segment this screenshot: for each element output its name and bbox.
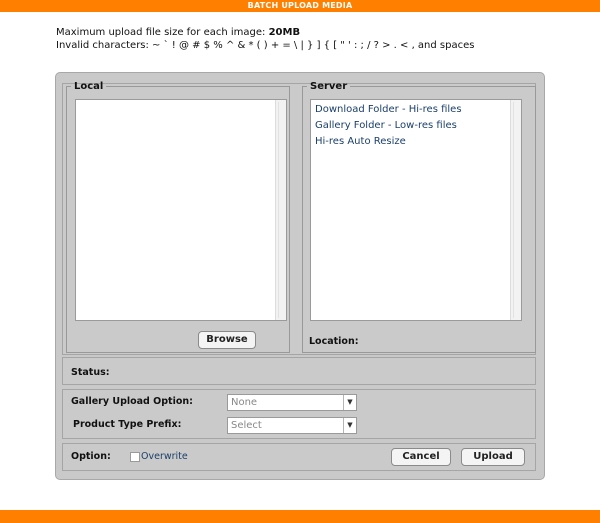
chevron-down-icon[interactable]: ▼ (343, 395, 356, 410)
upload-info: Maximum upload file size for each image:… (56, 26, 474, 52)
product-type-prefix-value: Select (231, 420, 262, 431)
server-item-download-folder[interactable]: Download Folder - Hi-res files (311, 102, 521, 118)
invalid-chars-line: Invalid characters: ~ ` ! @ # $ % ^ & * … (56, 40, 475, 51)
gallery-option-label: Gallery Upload Option: (71, 396, 193, 407)
local-list-scrollbar[interactable] (275, 100, 286, 320)
overwrite-label[interactable]: Overwrite (141, 451, 188, 462)
status-label: Status: (71, 367, 110, 378)
local-file-list[interactable] (75, 99, 287, 321)
server-item-gallery-folder[interactable]: Gallery Folder - Low-res files (311, 118, 521, 134)
server-list-scrollbar[interactable] (510, 100, 521, 320)
product-type-prefix-select[interactable]: Select ▼ (227, 417, 357, 434)
local-legend: Local (74, 81, 104, 92)
option-label: Option: (71, 451, 111, 462)
max-size-line: Maximum upload file size for each image:… (56, 26, 474, 39)
chevron-down-icon[interactable]: ▼ (343, 418, 356, 433)
location-label: Location: (309, 336, 359, 347)
gallery-option-select[interactable]: None ▼ (227, 394, 357, 411)
overwrite-checkbox[interactable] (130, 452, 140, 462)
upload-button[interactable]: Upload (461, 448, 525, 466)
page-title: BATCH UPLOAD MEDIA (247, 1, 353, 10)
server-legend: Server (310, 81, 348, 92)
max-size-text: Maximum upload file size for each image: (56, 27, 269, 38)
header-bar: BATCH UPLOAD MEDIA (0, 0, 600, 12)
browse-button[interactable]: Browse (198, 331, 256, 349)
server-folder-list[interactable]: Download Folder - Hi-res files Gallery F… (310, 99, 522, 321)
gallery-option-value: None (231, 397, 258, 408)
cancel-button[interactable]: Cancel (391, 448, 451, 466)
status-section (62, 357, 536, 385)
server-item-auto-resize[interactable]: Hi-res Auto Resize (311, 134, 521, 150)
upload-panel: Local Browse Server Download Folder - Hi… (55, 72, 545, 480)
product-type-prefix-label: Product Type Prefix: (73, 419, 182, 430)
footer-bar (0, 510, 600, 523)
max-size-value: 20MB (268, 27, 301, 38)
